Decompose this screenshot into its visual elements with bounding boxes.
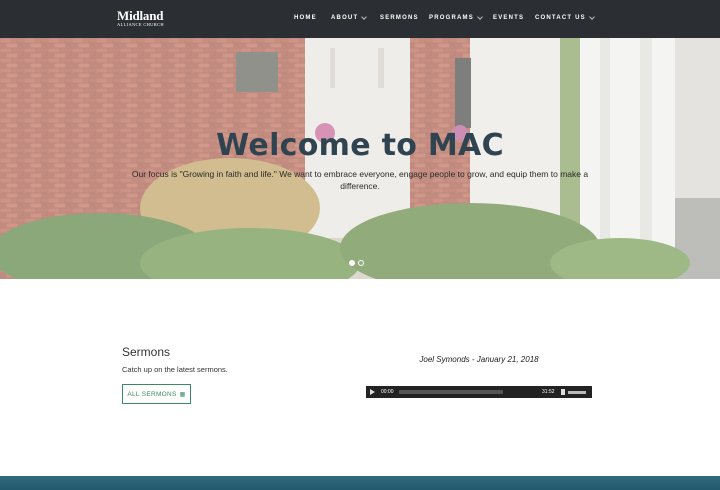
all-sermons-button[interactable]: ALL SERMONS ▦ (122, 384, 191, 404)
nav-sermons[interactable]: SERMONS (380, 15, 419, 21)
top-navbar: Midland ALLIANCE CHURCH HOME ABOUT SERMO… (0, 0, 720, 38)
sermon-audio-title: Joel Symonds - January 21, 2018 (419, 355, 539, 364)
volume-icon[interactable] (561, 389, 565, 395)
nav-programs[interactable]: PROGRAMS (429, 13, 483, 21)
sermons-subtitle: Catch up on the latest sermons. (122, 365, 228, 374)
chevron-down-icon (477, 13, 483, 20)
next-section-strip (0, 476, 720, 490)
nav-about-label: ABOUT (331, 15, 359, 21)
logo-main-text: Midland (117, 8, 164, 23)
slider-dot-1[interactable] (349, 260, 355, 266)
logo-sub-text: ALLIANCE CHURCH (117, 22, 164, 27)
nav-contact-us-label: CONTACT US (535, 15, 586, 21)
audio-player: 00:00 31:52 (366, 386, 592, 398)
book-icon: ▦ (179, 391, 186, 398)
site-logo[interactable]: Midland ALLIANCE CHURCH (117, 9, 164, 28)
sermons-heading: Sermons (122, 345, 171, 359)
duration-time: 31:52 (542, 389, 555, 395)
nav-sermons-label: SERMONS (380, 15, 419, 21)
nav-home-label: HOME (294, 15, 317, 21)
slider-dots (349, 260, 364, 266)
slider-dot-2[interactable] (358, 260, 364, 266)
nav-home[interactable]: HOME (294, 15, 317, 21)
nav-about[interactable]: ABOUT (331, 13, 368, 21)
hero-title: Welcome to MAC (216, 128, 504, 163)
hero-slider: Welcome to MAC Our focus is "Growing in … (0, 38, 720, 279)
play-icon[interactable] (370, 389, 375, 395)
chevron-down-icon (589, 13, 595, 20)
volume-slider[interactable] (568, 391, 586, 394)
nav-events[interactable]: EVENTS (493, 15, 524, 21)
nav-events-label: EVENTS (493, 15, 525, 21)
current-time: 00:00 (381, 389, 394, 395)
nav-programs-label: PROGRAMS (429, 15, 474, 21)
all-sermons-label: ALL SERMONS (127, 390, 177, 398)
hero-text: Our focus is "Growing in faith and life.… (131, 169, 589, 191)
chevron-down-icon (361, 13, 368, 20)
progress-track[interactable] (399, 390, 503, 394)
nav-contact-us[interactable]: CONTACT US (535, 13, 595, 21)
